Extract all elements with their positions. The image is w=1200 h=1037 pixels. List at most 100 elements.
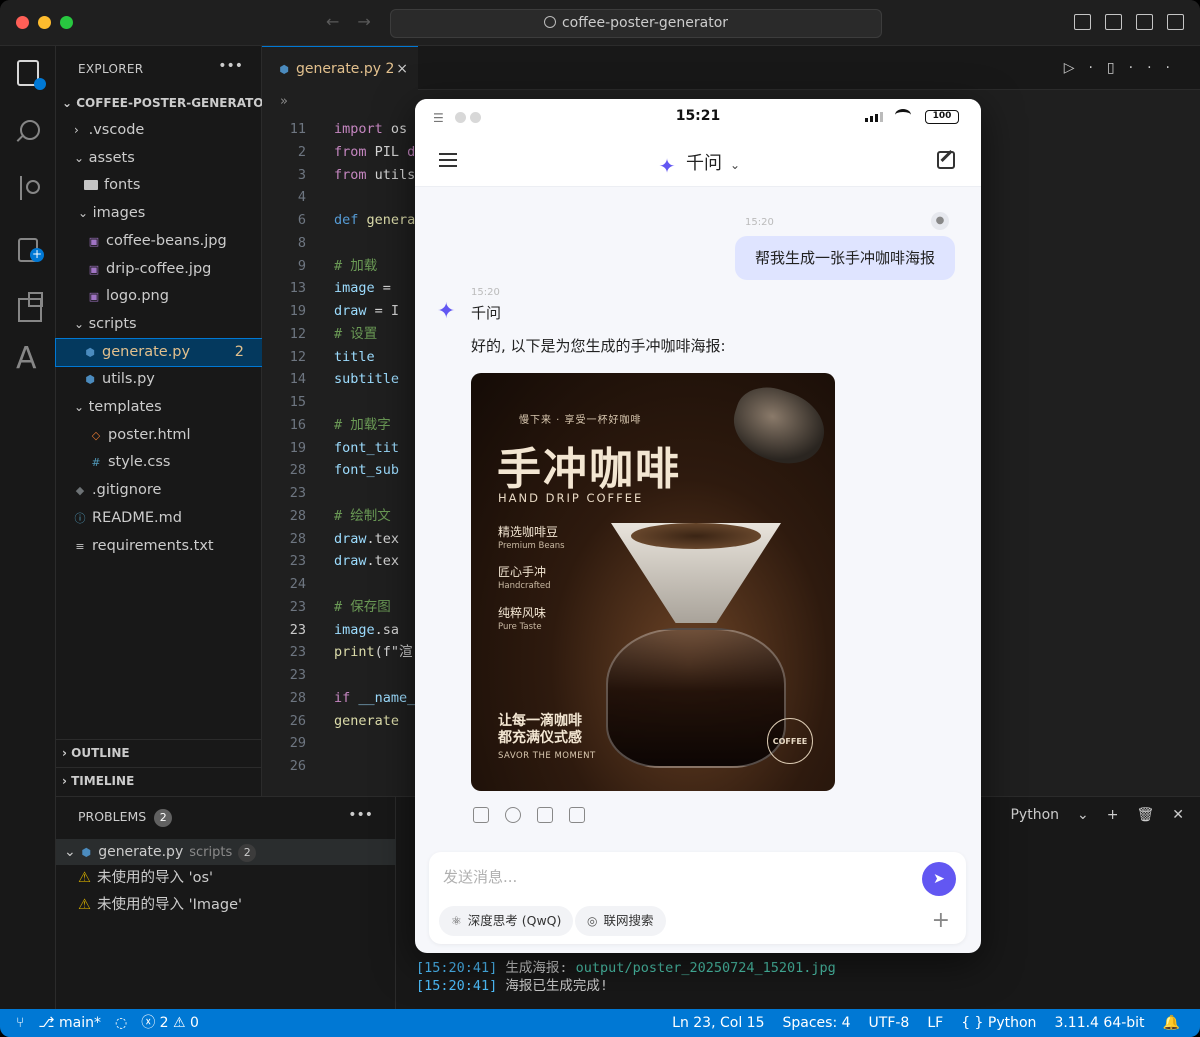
tree-item[interactable]: ◇ poster.html	[56, 422, 262, 449]
thumbs-up-icon[interactable]	[537, 807, 553, 823]
toggle-panel-icon[interactable]	[1105, 14, 1122, 30]
thumbs-down-icon[interactable]	[569, 807, 585, 823]
tree-item[interactable]: ▣ coffee-beans.jpg	[56, 228, 262, 255]
problems-count-badge: 2	[154, 809, 173, 827]
chevron-down-icon: ⌄	[74, 400, 85, 414]
editor-actions[interactable]: ▷·▯···	[1064, 60, 1184, 76]
indentation[interactable]: Spaces: 4	[782, 1009, 850, 1037]
code-token: image	[334, 280, 375, 297]
line-ending[interactable]: LF	[927, 1009, 943, 1037]
code-token: .tex	[366, 553, 400, 570]
run-debug-icon[interactable]	[16, 234, 44, 262]
tree-item[interactable]: ⌄ templates	[56, 394, 262, 421]
customize-layout-icon[interactable]	[1167, 14, 1184, 30]
regenerate-icon[interactable]	[505, 807, 521, 823]
line-number: 12	[289, 325, 306, 342]
chevron-down-icon: ⌄	[62, 96, 73, 110]
new-chat-icon[interactable]	[937, 151, 955, 169]
tab-label: generate.py 2	[296, 61, 395, 77]
code-text: # 设置	[334, 323, 377, 346]
minimize-window-button[interactable]	[38, 16, 51, 29]
close-window-button[interactable]	[16, 16, 29, 29]
problems-tab[interactable]: PROBLEMS 2	[78, 809, 173, 827]
add-attachment-button[interactable]: +	[932, 908, 950, 934]
search-text: coffee-poster-generator	[561, 15, 729, 31]
problems-more-button[interactable]: •••	[348, 807, 373, 823]
terminal-shell-label[interactable]: Python	[1010, 807, 1059, 823]
web-search-chip[interactable]: ◎ 联网搜索	[575, 906, 666, 936]
font-extension-icon[interactable]: A	[16, 344, 44, 374]
tree-item[interactable]: ⓘ README.md	[56, 505, 262, 532]
nav-arrows[interactable]: ←→	[326, 12, 389, 31]
tree-item[interactable]: ⌄ assets	[56, 145, 262, 172]
bell-icon[interactable]: 🔔	[1163, 1009, 1180, 1037]
chevron-down-icon[interactable]: ⌄	[1077, 807, 1089, 823]
timeline-section[interactable]: › TIMELINE	[56, 767, 262, 794]
python-interpreter[interactable]: 3.11.4 64-bit	[1054, 1009, 1144, 1037]
problems-indicator[interactable]: ⓧ 2 ⚠ 0	[141, 1009, 199, 1037]
problem-item[interactable]: ⚠ 未使用的导入 'Image'	[78, 892, 242, 918]
new-terminal-icon[interactable]: +	[1107, 807, 1119, 823]
sync-icon[interactable]: ◌	[115, 1009, 127, 1037]
toggle-sidebar-icon[interactable]	[1074, 14, 1091, 30]
message-input[interactable]	[443, 864, 903, 890]
tree-item[interactable]: ◆ .gitignore	[56, 477, 262, 504]
send-button[interactable]: ➤	[922, 862, 956, 896]
explorer-title: EXPLORER	[78, 62, 144, 76]
outline-section[interactable]: › OUTLINE	[56, 739, 262, 766]
maximize-window-button[interactable]	[60, 16, 73, 29]
explorer-panel: EXPLORER ••• ⌄ COFFEE-POSTER-GENERATOR ›…	[55, 46, 273, 796]
line-number: 2	[297, 143, 306, 160]
poster-seal: COFFEE	[767, 718, 813, 764]
toggle-secondary-sidebar-icon[interactable]	[1136, 14, 1153, 30]
terminal-output[interactable]: [15:20:41] 生成海报: output/poster_20250724_…	[416, 959, 836, 995]
code-token: if	[334, 689, 359, 706]
generated-poster-image[interactable]: 慢下来 · 享受一杯好咖啡 手冲咖啡 HAND DRIP COFFEE 精选咖啡…	[471, 373, 835, 791]
tree-item[interactable]: ▣ drip-coffee.jpg	[56, 256, 262, 283]
app-title[interactable]: ✦ 千问 ⌄	[415, 149, 981, 177]
tree-item[interactable]: ⬢ utils.py	[56, 366, 262, 393]
branch-indicator[interactable]: ⎇ main*	[38, 1009, 101, 1037]
tree-item[interactable]: ▣ logo.png	[56, 283, 262, 310]
chevron-right-icon: ›	[74, 123, 79, 137]
tree-item[interactable]: ≡ requirements.txt	[56, 533, 262, 560]
search-view-icon[interactable]	[14, 118, 42, 146]
problem-file-row[interactable]: ⌄ ⬢ generate.py scripts 2	[56, 839, 396, 865]
line-number: 13	[289, 280, 306, 297]
tree-item[interactable]: › .vscode	[56, 117, 262, 144]
message-composer: ➤ ⚛ 深度思考 (QwQ) ◎ 联网搜索 +	[429, 852, 966, 944]
tree-item[interactable]: # style.css	[56, 449, 262, 476]
language-mode[interactable]: { } Python	[961, 1009, 1036, 1037]
line-number: 28	[289, 507, 306, 524]
tree-item[interactable]: ⌄ scripts	[56, 311, 262, 338]
line-number: 23	[289, 598, 306, 615]
explorer-more-button[interactable]: •••	[218, 58, 243, 74]
code-text: image.sa	[334, 619, 399, 642]
problem-item[interactable]: ⚠ 未使用的导入 'os'	[78, 865, 213, 891]
project-root[interactable]: ⌄ COFFEE-POSTER-GENERATOR	[56, 90, 273, 117]
line-number: 28	[289, 530, 306, 547]
breadcrumb[interactable]: »	[280, 94, 288, 109]
explorer-icon[interactable]	[17, 60, 46, 90]
command-center-search[interactable]: coffee-poster-generator	[390, 9, 882, 38]
line-number: 15	[289, 394, 306, 410]
tree-item[interactable]: fonts	[56, 172, 262, 199]
remote-icon[interactable]: ⑂	[16, 1009, 24, 1037]
line-number: 24	[289, 576, 306, 592]
line-number: 23	[289, 644, 306, 661]
tree-item[interactable]: ⬢ generate.py 2	[55, 337, 263, 367]
code-token: font_sub	[334, 462, 400, 479]
trash-icon[interactable]: 🗑	[1136, 807, 1154, 823]
line-number: 28	[289, 462, 306, 479]
deep-think-chip[interactable]: ⚛ 深度思考 (QwQ)	[439, 906, 574, 936]
close-panel-icon[interactable]: ✕	[1172, 807, 1184, 823]
extensions-icon[interactable]	[16, 292, 44, 322]
tab-generate-py[interactable]: ⬢ generate.py 2 ×	[262, 46, 418, 90]
source-control-icon[interactable]	[20, 176, 40, 200]
tree-item[interactable]: ⌄ images	[56, 200, 262, 227]
cursor-position[interactable]: Ln 23, Col 15	[672, 1009, 764, 1037]
close-tab-icon[interactable]: ×	[396, 47, 408, 91]
code-token: from	[334, 166, 375, 183]
encoding[interactable]: UTF-8	[869, 1009, 910, 1037]
copy-icon[interactable]	[473, 807, 489, 823]
